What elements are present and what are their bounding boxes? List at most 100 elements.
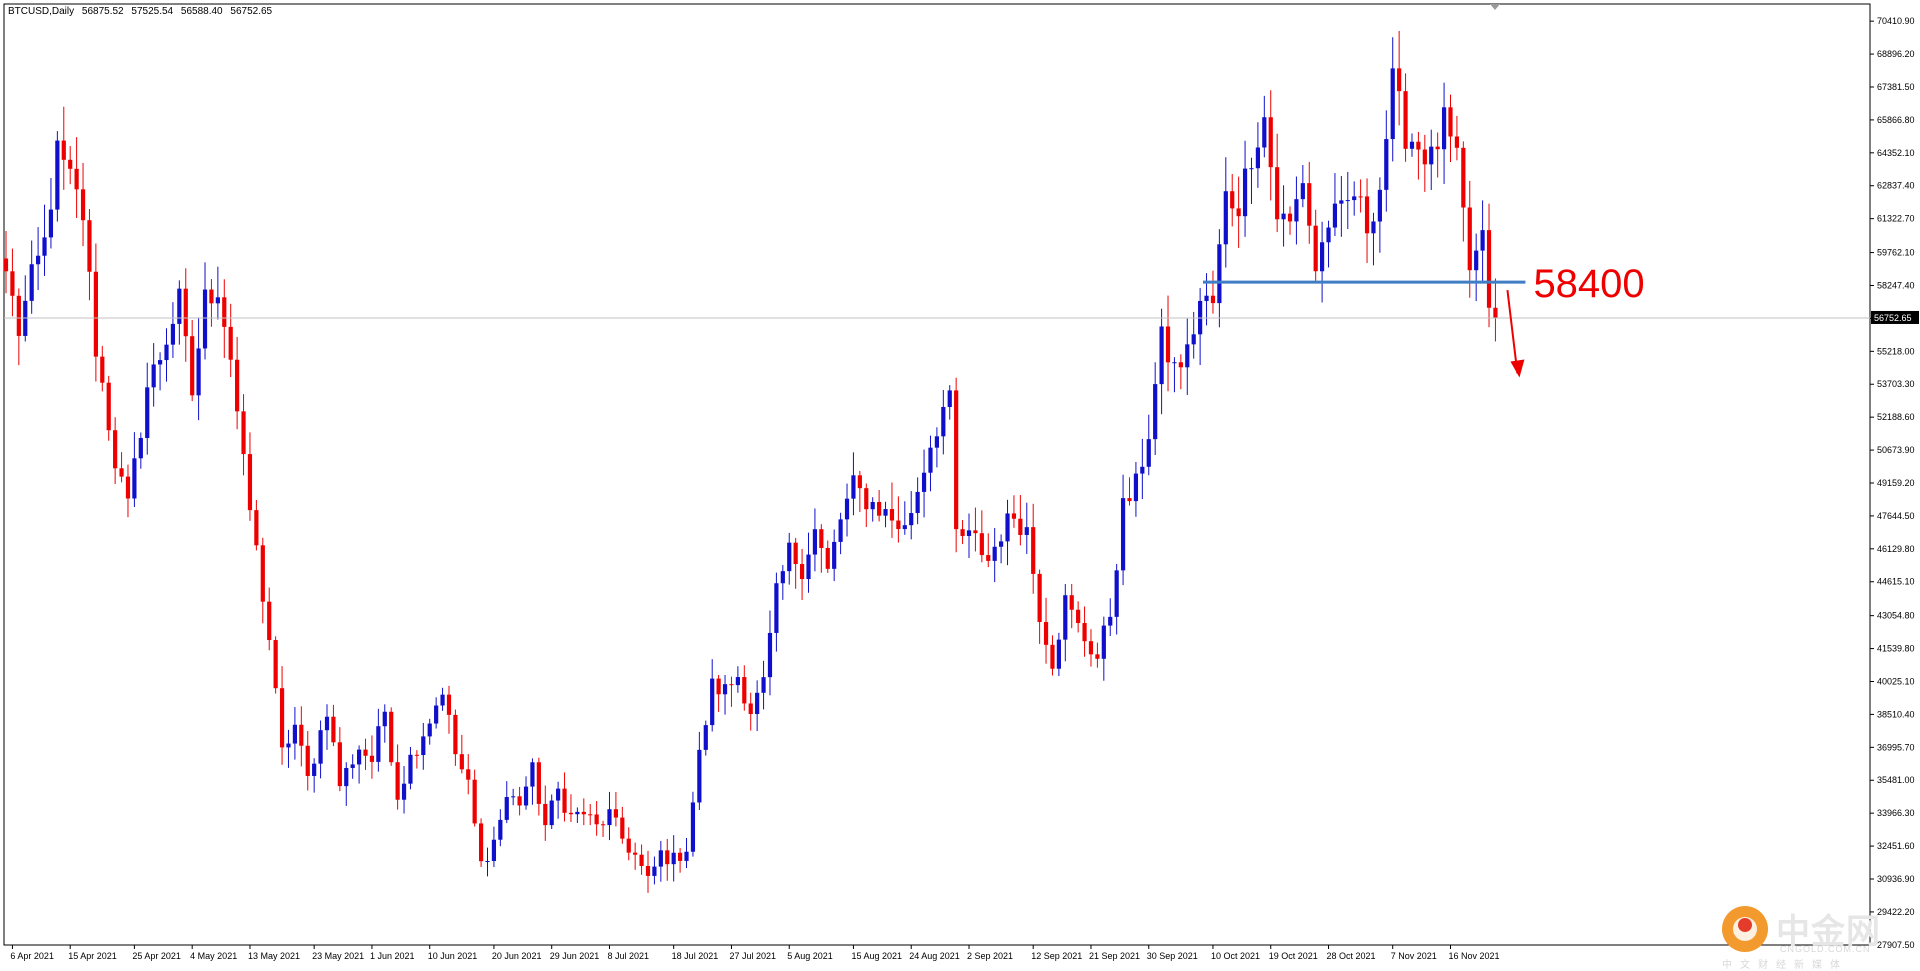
x-tick-label: 13 May 2021: [248, 951, 300, 961]
candle-body: [1236, 208, 1241, 217]
chart-header: BTCUSD,Daily 56875.52 57525.54 56588.40 …: [8, 6, 277, 17]
candle-body: [1474, 250, 1479, 271]
candle-body: [838, 519, 843, 542]
candle-body: [29, 264, 34, 301]
shift-marker-icon: [1490, 4, 1500, 10]
y-tick-label: 55218.00: [1877, 346, 1915, 356]
candle-body: [1082, 623, 1087, 642]
candle-body: [324, 716, 330, 731]
candle-body: [979, 533, 984, 556]
y-tick-label: 30936.90: [1877, 874, 1915, 884]
candle-body: [536, 762, 541, 804]
candle-body: [1056, 639, 1061, 669]
candle-body: [138, 437, 143, 459]
candle-body: [202, 289, 208, 349]
candle-body: [1095, 654, 1100, 659]
x-tick-label: 15 Aug 2021: [851, 951, 902, 961]
candle-body: [228, 326, 233, 360]
candle-body: [1050, 644, 1055, 669]
candle-body: [1043, 621, 1049, 645]
candle-body: [453, 714, 458, 755]
candle-body: [735, 677, 740, 686]
y-tick-label: 53703.30: [1877, 379, 1915, 389]
candle-body: [1101, 625, 1106, 659]
candle-body: [1416, 141, 1421, 150]
candle-body: [1300, 183, 1305, 200]
candle-body: [498, 819, 503, 840]
candle-body: [652, 866, 657, 876]
candle-body: [247, 454, 253, 511]
y-tick-label: 36995.70: [1877, 742, 1915, 752]
candle-body: [1461, 147, 1466, 208]
candle-body: [93, 271, 98, 357]
candle-body: [755, 692, 760, 715]
candle-body: [100, 356, 105, 383]
candle-body: [896, 520, 901, 530]
watermark-sub: CNGOLD.COM.CN: [1780, 944, 1871, 954]
candle-body: [947, 390, 952, 407]
candle-body: [1448, 107, 1453, 137]
x-tick-label: 30 Sep 2021: [1147, 951, 1198, 961]
x-tick-label: 18 Jul 2021: [672, 951, 719, 961]
candle-body: [125, 476, 131, 499]
candle-body: [369, 755, 375, 762]
y-tick-label: 68896.20: [1877, 49, 1915, 59]
candlestick-chart[interactable]: 70410.90 68896.20 67381.50 65866.80 64352.10…: [0, 0, 1920, 968]
candle-body: [164, 344, 169, 361]
candle-body: [915, 491, 920, 514]
candle-body: [716, 678, 721, 695]
x-tick-label: 12 Sep 2021: [1031, 951, 1082, 961]
y-tick-label: 61322.70: [1877, 214, 1915, 224]
down-arrow-icon: [1510, 359, 1525, 378]
x-tick-label: 4 May 2021: [190, 951, 237, 961]
candle-body: [600, 824, 606, 826]
symbol-label: BTCUSD,Daily: [8, 6, 75, 17]
candle-body: [1313, 225, 1318, 272]
candle-body: [889, 509, 895, 521]
candle-body: [68, 159, 73, 169]
candle-body: [440, 694, 445, 706]
candle-body: [1429, 146, 1434, 165]
candle-body: [954, 390, 959, 530]
candle-body: [119, 468, 124, 477]
y-tick-label: 44615.10: [1877, 577, 1915, 587]
candle-body: [1018, 518, 1023, 535]
candle-body: [485, 861, 490, 863]
candle-body: [793, 542, 798, 565]
y-tick-label: 32451.60: [1877, 841, 1915, 851]
candle-body: [607, 809, 612, 826]
candle-body: [504, 797, 509, 820]
candle-body: [748, 703, 753, 715]
candle-body: [344, 767, 349, 787]
y-tick-label: 33966.30: [1877, 808, 1915, 818]
candle-body: [408, 754, 413, 784]
candle-body: [1114, 570, 1119, 617]
y-tick-label: 46129.80: [1877, 544, 1915, 554]
candle-body: [825, 547, 830, 569]
candle-body: [254, 510, 259, 546]
candle-body: [260, 545, 265, 602]
candle-body: [55, 140, 60, 210]
candle-body: [690, 802, 696, 852]
candle-body: [157, 360, 163, 365]
candle-body: [1146, 439, 1151, 467]
candle-body: [1108, 616, 1113, 626]
candle-body: [87, 220, 92, 272]
candle-body: [1005, 513, 1010, 542]
candle-body: [1480, 230, 1485, 251]
candle-body: [279, 688, 285, 748]
candle-body: [357, 749, 362, 765]
candle-body: [1384, 139, 1389, 190]
y-tick-label: 58247.40: [1877, 280, 1915, 290]
x-tick-label: 10 Oct 2021: [1211, 951, 1260, 961]
candle-body: [1454, 136, 1460, 148]
candle-body: [960, 529, 965, 536]
candle-body: [665, 850, 670, 865]
candle-body: [267, 601, 272, 641]
candle-body: [921, 472, 927, 492]
high-value: 57525.54: [131, 6, 174, 17]
candle-body: [273, 640, 278, 689]
candle-body: [626, 838, 631, 853]
candle-body: [1352, 196, 1357, 201]
candle-body: [3, 258, 9, 272]
